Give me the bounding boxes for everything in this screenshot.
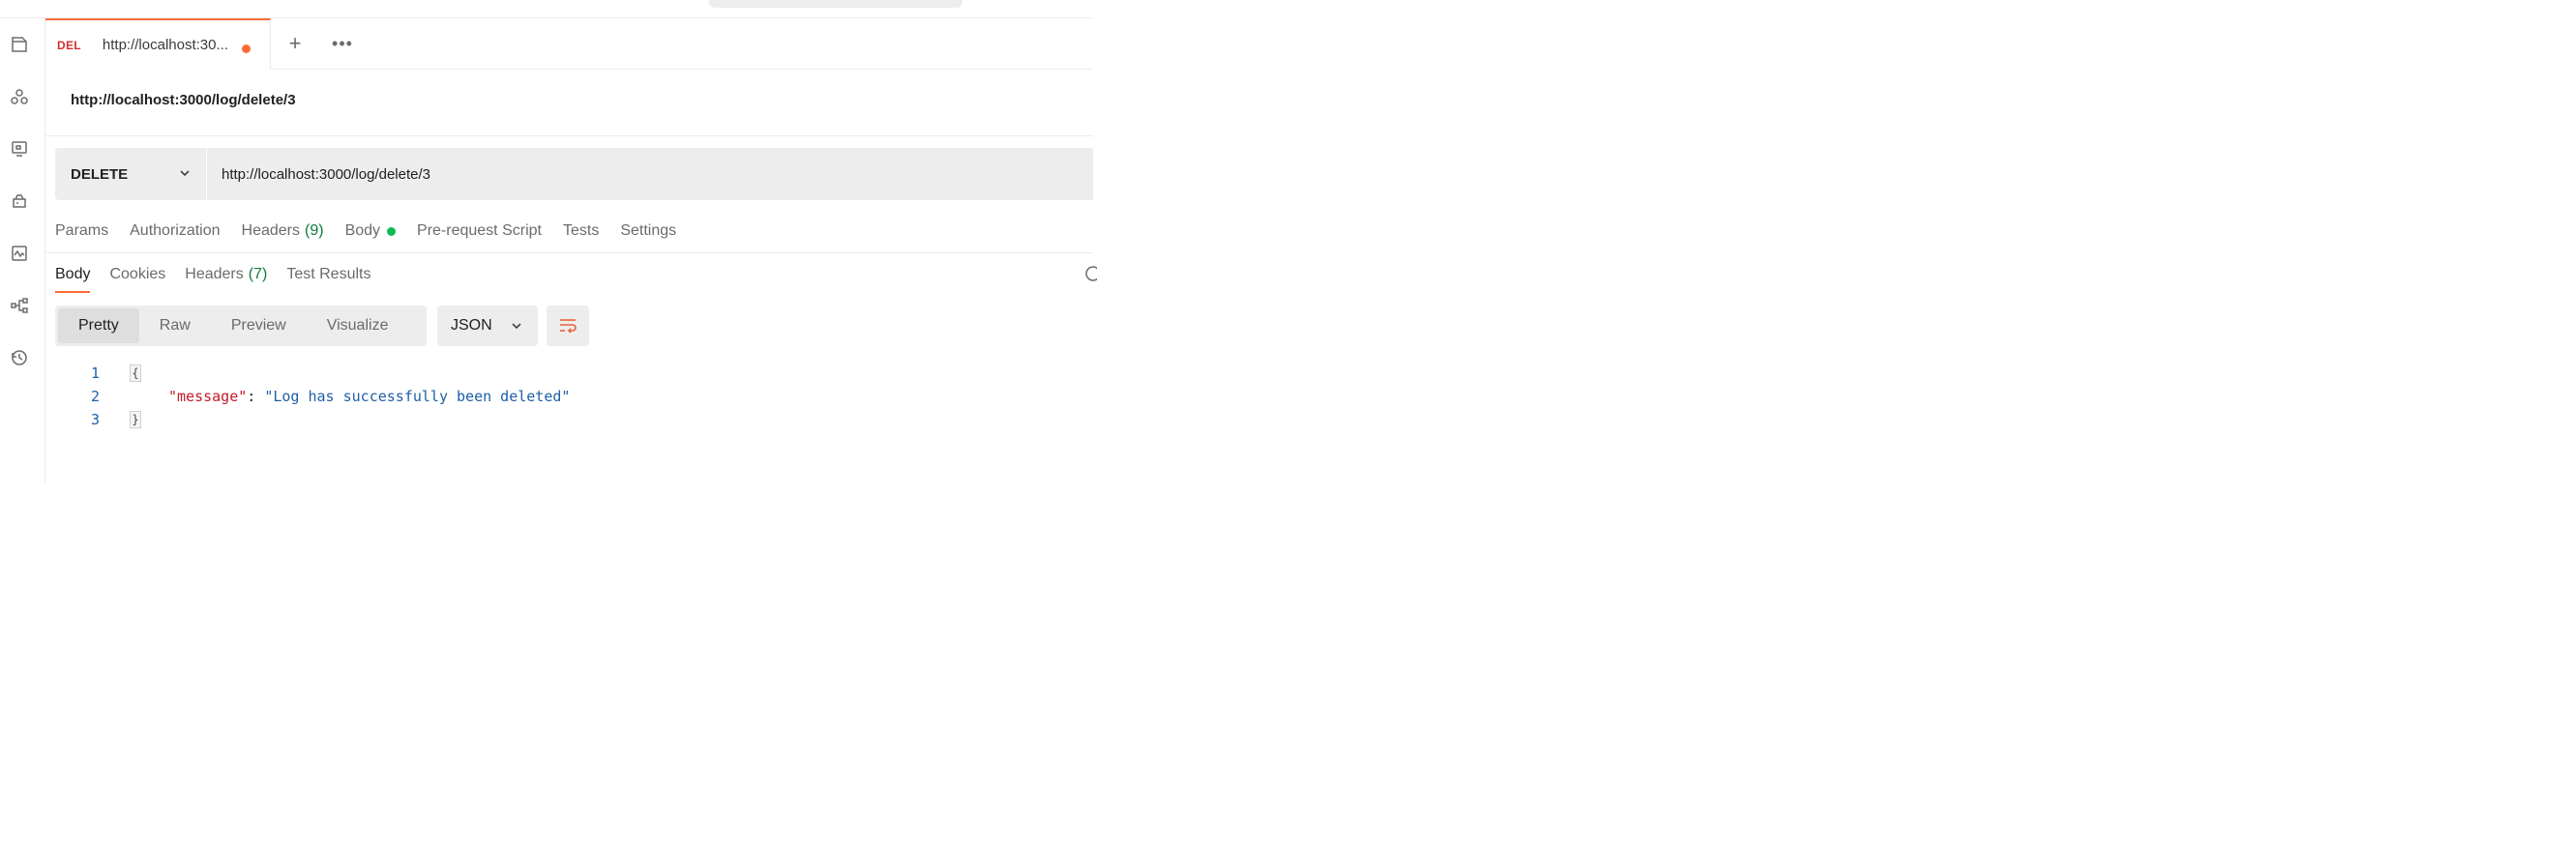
line-number: 3: [90, 411, 100, 428]
view-visualize-button[interactable]: Visualize: [307, 308, 409, 343]
tab-label: Test Results: [286, 266, 371, 282]
sidebar: [0, 18, 45, 482]
request-name[interactable]: http://localhost:3000/log/delete/3: [71, 92, 296, 108]
monitors-icon[interactable]: [8, 242, 31, 265]
tab-pre-request-script[interactable]: Pre-request Script: [417, 217, 542, 246]
tab-authorization[interactable]: Authorization: [130, 217, 220, 246]
apis-icon[interactable]: [8, 85, 31, 108]
search-bar[interactable]: [709, 0, 962, 8]
tab-label: Tests: [562, 222, 600, 239]
environments-icon[interactable]: [8, 137, 31, 160]
request-tabs: Params Authorization Headers (9) Body Pre…: [55, 217, 697, 246]
code-line: 3 }: [55, 408, 1081, 431]
url-bar: DELETE: [55, 148, 1093, 200]
body-active-dot: [387, 226, 397, 236]
view-raw-button[interactable]: Raw: [139, 308, 211, 343]
flows-icon[interactable]: [8, 294, 31, 317]
json-entry: "message": "Log has successfully been de…: [168, 388, 570, 405]
collections-icon[interactable]: [8, 33, 31, 56]
tab-settings[interactable]: Settings: [620, 217, 676, 246]
headers-count: (9): [305, 222, 324, 239]
tab-headers[interactable]: Headers (9): [242, 217, 324, 246]
format-dropdown[interactable]: JSON: [437, 306, 538, 346]
tab-body[interactable]: Body: [344, 217, 397, 246]
tab-method-label: DEL: [57, 38, 81, 52]
tab-label: Settings: [620, 222, 677, 239]
chevron-down-icon: [177, 165, 192, 181]
response-body[interactable]: 1 { 2 "message": "Log has successfully b…: [55, 362, 1081, 431]
tab-tests[interactable]: Tests: [563, 217, 599, 246]
tab-label: Headers: [185, 266, 244, 282]
fold-toggle[interactable]: {: [130, 365, 141, 382]
tab-label: Pre-request Script: [417, 222, 542, 239]
globe-icon[interactable]: [1083, 264, 1097, 283]
new-tab-button[interactable]: +: [283, 31, 307, 55]
tab-bar: DEL http://localhost:30... + •••: [45, 18, 1093, 70]
request-tab[interactable]: DEL http://localhost:30...: [45, 18, 271, 70]
line-number: 1: [90, 365, 100, 382]
response-headers-count: (7): [248, 266, 268, 282]
more-tabs-button[interactable]: •••: [330, 32, 355, 55]
tab-label: Body: [344, 222, 381, 239]
json-key: "message": [168, 388, 248, 405]
line-number: 2: [90, 388, 100, 405]
view-preview-button[interactable]: Preview: [211, 308, 307, 343]
tab-label: Headers: [241, 222, 300, 239]
code-line: 2 "message": "Log has successfully been …: [55, 385, 1081, 408]
divider: [45, 135, 1093, 136]
tab-params[interactable]: Params: [55, 217, 108, 246]
divider: [45, 252, 1093, 253]
top-header: [0, 0, 1093, 18]
response-tab-cookies[interactable]: Cookies: [109, 261, 165, 288]
fold-toggle[interactable]: }: [130, 411, 141, 428]
postman-window: DEL http://localhost:30... + ••• http://…: [0, 0, 1097, 483]
view-pretty-button[interactable]: Pretty: [58, 308, 139, 343]
code-line: 1 {: [55, 362, 1081, 385]
response-tab-headers[interactable]: Headers (7): [185, 261, 267, 288]
method-label: DELETE: [71, 165, 129, 183]
response-tab-test-results[interactable]: Test Results: [286, 261, 370, 288]
method-dropdown[interactable]: DELETE: [55, 148, 207, 200]
json-value: "Log has successfully been deleted": [264, 388, 571, 405]
response-tab-body[interactable]: Body: [55, 261, 91, 293]
history-icon[interactable]: [8, 346, 31, 369]
chevron-down-icon: [509, 318, 524, 338]
json-separator: :: [247, 388, 265, 405]
wrap-lines-button[interactable]: [547, 306, 589, 346]
tab-label: Body: [55, 266, 91, 282]
tab-label: Params: [55, 222, 109, 239]
response-tabs: Body Cookies Headers (7) Test Results: [55, 261, 390, 293]
mock-servers-icon[interactable]: [8, 190, 31, 213]
format-label: JSON: [451, 317, 492, 334]
url-input[interactable]: [208, 148, 1093, 200]
wrap-lines-icon: [560, 319, 577, 334]
tab-label: Authorization: [130, 222, 221, 239]
tab-label: Cookies: [109, 266, 166, 282]
unsaved-indicator: [242, 44, 251, 53]
view-mode-selector: Pretty Raw Preview Visualize: [55, 306, 427, 346]
tab-title: http://localhost:30...: [102, 37, 228, 53]
